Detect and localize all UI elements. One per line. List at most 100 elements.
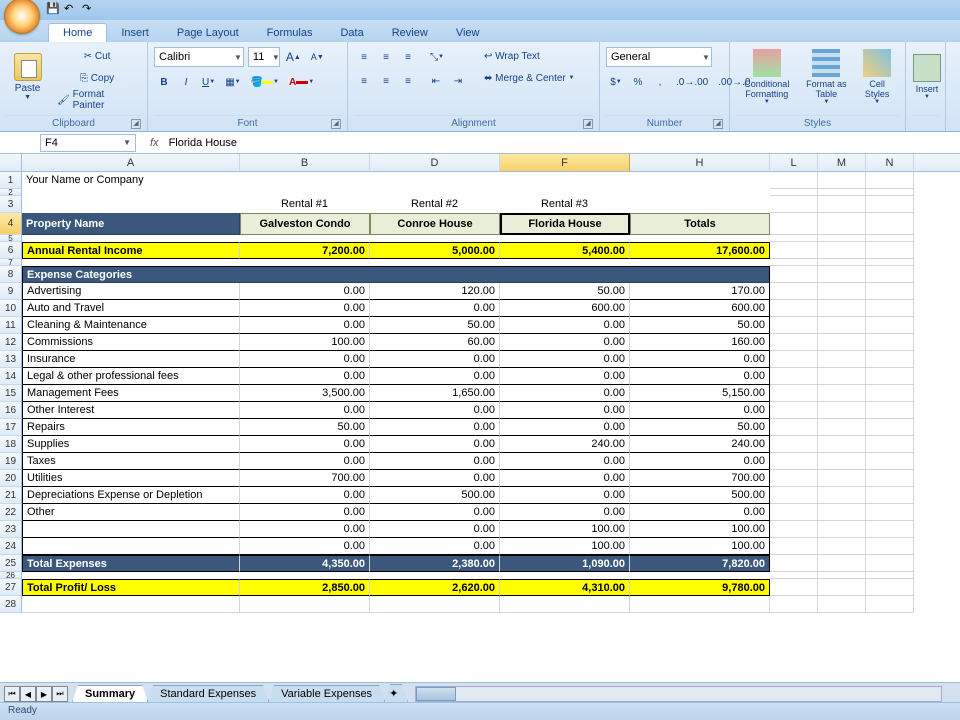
cell[interactable]: 2,850.00 — [240, 579, 370, 596]
row-header[interactable]: 21 — [0, 487, 22, 504]
worksheet-grid[interactable]: 1Your Name or Company 2 3Rental #1Rental… — [0, 172, 960, 692]
tab-insert[interactable]: Insert — [107, 24, 163, 42]
cell[interactable]: 2,380.00 — [370, 555, 500, 572]
wrap-text-button[interactable]: ↩ Wrap Text — [480, 46, 600, 66]
tab-nav-last[interactable]: ⏭ — [52, 686, 68, 702]
cell[interactable]: 0.00 — [500, 334, 630, 351]
row-header[interactable]: 3 — [0, 196, 22, 213]
cell[interactable]: 0.00 — [240, 453, 370, 470]
cell[interactable]: Total Expenses — [22, 555, 240, 572]
new-sheet-button[interactable]: ✦ — [384, 684, 408, 702]
font-dialog-launcher[interactable]: ◢ — [331, 119, 341, 129]
cell[interactable]: 0.00 — [240, 317, 370, 334]
cell[interactable]: Galveston Condo — [240, 213, 370, 235]
cell[interactable]: 100.00 — [240, 334, 370, 351]
fill-color-button[interactable]: 🪣▼ — [247, 72, 283, 92]
cell[interactable]: 500.00 — [370, 487, 500, 504]
col-header-N[interactable]: N — [866, 154, 914, 171]
row-header[interactable]: 2 — [0, 189, 22, 196]
cell[interactable]: 0.00 — [370, 504, 500, 521]
cell[interactable]: 1,090.00 — [500, 555, 630, 572]
active-cell[interactable]: Florida House — [500, 213, 630, 235]
cell[interactable]: 0.00 — [500, 351, 630, 368]
cell[interactable]: 100.00 — [500, 538, 630, 555]
font-color-button[interactable]: A▼ — [285, 72, 318, 92]
cell[interactable]: Repairs — [22, 419, 240, 436]
border-button[interactable]: ▦▼ — [221, 72, 244, 92]
cell[interactable]: Utilities — [22, 470, 240, 487]
cell[interactable]: 0.00 — [370, 368, 500, 385]
align-top-button[interactable]: ≡ — [354, 47, 374, 67]
merge-center-button[interactable]: ⬌ Merge & Center ▼ — [480, 68, 600, 88]
cell[interactable]: 17,600.00 — [630, 242, 770, 259]
cell[interactable]: 0.00 — [500, 368, 630, 385]
qat-redo-icon[interactable]: ↷ — [82, 2, 96, 16]
col-header-A[interactable]: A — [22, 154, 240, 171]
col-header-D[interactable]: D — [370, 154, 500, 171]
cell[interactable]: 4,350.00 — [240, 555, 370, 572]
cell[interactable]: 170.00 — [630, 283, 770, 300]
cell[interactable]: 0.00 — [630, 504, 770, 521]
cell[interactable]: 700.00 — [630, 470, 770, 487]
cell[interactable]: Legal & other professional fees — [22, 368, 240, 385]
bold-button[interactable]: B — [154, 72, 174, 92]
cell[interactable]: 0.00 — [630, 368, 770, 385]
tab-nav-first[interactable]: ⏮ — [4, 686, 20, 702]
cell[interactable]: 0.00 — [240, 538, 370, 555]
cell[interactable]: 600.00 — [630, 300, 770, 317]
cell[interactable]: 0.00 — [500, 453, 630, 470]
tab-view[interactable]: View — [442, 24, 494, 42]
cell[interactable]: 50.00 — [500, 283, 630, 300]
cell[interactable]: 0.00 — [370, 436, 500, 453]
cell[interactable]: 100.00 — [630, 538, 770, 555]
cell[interactable]: 0.00 — [500, 317, 630, 334]
cell[interactable]: Rental #3 — [500, 196, 630, 213]
cell-styles-button[interactable]: Cell Styles▼ — [855, 44, 899, 110]
orientation-button[interactable]: ⤡▼ — [426, 47, 448, 67]
col-header-L[interactable]: L — [770, 154, 818, 171]
cell[interactable]: 240.00 — [630, 436, 770, 453]
col-header-B[interactable]: B — [240, 154, 370, 171]
underline-button[interactable]: U▼ — [198, 72, 219, 92]
cell[interactable]: 600.00 — [500, 300, 630, 317]
cell[interactable]: 0.00 — [630, 402, 770, 419]
row-header[interactable]: 28 — [0, 596, 22, 613]
conditional-formatting-button[interactable]: Conditional Formatting▼ — [736, 44, 798, 110]
align-left-button[interactable]: ≡ — [354, 71, 374, 91]
cell[interactable]: Other — [22, 504, 240, 521]
cell[interactable]: Annual Rental Income — [22, 242, 240, 259]
number-format-combo[interactable] — [606, 47, 712, 67]
row-header[interactable]: 8 — [0, 266, 22, 283]
cut-button[interactable]: ✂ Cut — [53, 46, 141, 66]
cell[interactable]: Commissions — [22, 334, 240, 351]
cell[interactable]: 700.00 — [240, 470, 370, 487]
cell[interactable]: 500.00 — [630, 487, 770, 504]
copy-button[interactable]: ⎘ Copy — [53, 68, 141, 88]
format-as-table-button[interactable]: Format as Table▼ — [802, 44, 852, 110]
row-header[interactable]: 9 — [0, 283, 22, 300]
row-header[interactable]: 12 — [0, 334, 22, 351]
cell[interactable]: 4,310.00 — [500, 579, 630, 596]
col-header-H[interactable]: H — [630, 154, 770, 171]
cell[interactable]: 0.00 — [370, 538, 500, 555]
cell[interactable]: 0.00 — [370, 521, 500, 538]
cell[interactable]: 9,780.00 — [630, 579, 770, 596]
sheet-tab-summary[interactable]: Summary — [72, 685, 148, 702]
cell[interactable]: 0.00 — [500, 504, 630, 521]
cell[interactable]: 0.00 — [500, 402, 630, 419]
qat-save-icon[interactable]: 💾 — [46, 2, 60, 16]
cell[interactable]: 50.00 — [370, 317, 500, 334]
select-all-corner[interactable] — [0, 154, 22, 171]
align-bottom-button[interactable]: ≡ — [398, 47, 418, 67]
sheet-tab-standard[interactable]: Standard Expenses — [147, 685, 269, 702]
align-right-button[interactable]: ≡ — [398, 71, 418, 91]
paste-button[interactable]: Paste ▼ — [6, 44, 49, 110]
row-header[interactable]: 23 — [0, 521, 22, 538]
name-box[interactable]: F4▼ — [40, 134, 136, 152]
accounting-format-button[interactable]: $▼ — [606, 72, 626, 92]
insert-cells-button[interactable]: Insert▼ — [912, 44, 942, 110]
clipboard-dialog-launcher[interactable]: ◢ — [131, 119, 141, 129]
tab-nav-next[interactable]: ▶ — [36, 686, 52, 702]
row-header[interactable]: 5 — [0, 235, 22, 242]
cell[interactable]: 0.00 — [240, 521, 370, 538]
